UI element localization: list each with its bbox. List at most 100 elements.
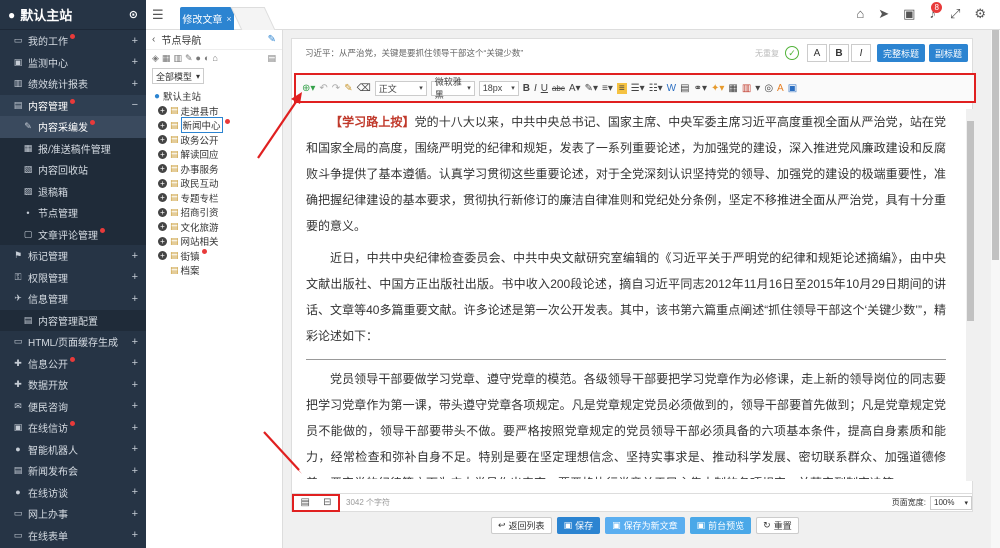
- link-icon[interactable]: ⚭▾: [694, 83, 707, 94]
- zoom-select[interactable]: 100% ▾: [930, 495, 972, 510]
- sidebar-item-18[interactable]: ▣ 在线信访 +: [0, 417, 146, 439]
- align-icon[interactable]: ≡▾: [602, 83, 613, 94]
- expand-icon[interactable]: +: [132, 422, 138, 434]
- font-color-icon[interactable]: A▾: [569, 83, 581, 94]
- tree-node[interactable]: + ▤ 新闻中心: [158, 117, 282, 134]
- more-icon[interactable]: ▾: [755, 83, 760, 94]
- expand-node-icon[interactable]: +: [158, 164, 167, 174]
- sidebar-item-9[interactable]: ▢ 文章评论管理: [0, 223, 146, 245]
- fullscreen-icon[interactable]: ⤢: [950, 6, 960, 22]
- sidebar-item-22[interactable]: ▭ 网上办事 +: [0, 503, 146, 525]
- expand-node-icon[interactable]: +: [158, 149, 167, 159]
- back-to-list-button[interactable]: ↩ 返回列表: [491, 517, 552, 534]
- sidebar-item-7[interactable]: ▨ 退稿箱: [0, 180, 146, 202]
- model-select[interactable]: 全部模型 ▾: [152, 68, 204, 84]
- expand-icon[interactable]: +: [132, 293, 138, 305]
- tab-empty[interactable]: [230, 7, 276, 30]
- expand-icon[interactable]: +: [132, 357, 138, 369]
- tool-icon-4[interactable]: ✎: [185, 53, 193, 64]
- text-icon[interactable]: A: [777, 83, 784, 94]
- save-as-new-button[interactable]: ▣ 保存为新文章: [605, 517, 685, 534]
- source-icon[interactable]: ◎: [764, 83, 773, 94]
- bold-title-button[interactable]: B: [829, 44, 849, 62]
- image-icon[interactable]: ✦▾: [711, 83, 724, 94]
- expand-icon[interactable]: −: [132, 99, 138, 111]
- font-family-select[interactable]: 微软雅黑 ▾: [430, 77, 475, 100]
- expand-node-icon[interactable]: +: [158, 222, 167, 232]
- expand-icon[interactable]: +: [132, 56, 138, 68]
- expand-node-icon[interactable]: +: [158, 207, 167, 217]
- sidebar-item-23[interactable]: ▭ 在线表单 +: [0, 525, 146, 547]
- expand-icon[interactable]: +: [132, 271, 138, 283]
- expand-node-icon[interactable]: +: [158, 193, 167, 203]
- sidebar-item-6[interactable]: ▧ 内容回收站: [0, 159, 146, 181]
- italic-title-button[interactable]: I: [851, 44, 871, 62]
- clipboard-icon[interactable]: ▣: [903, 6, 915, 22]
- tree-node[interactable]: + ▤ 政民互动: [158, 176, 282, 191]
- sidebar-item-13[interactable]: ▤ 内容管理配置: [0, 309, 146, 331]
- sidebar-item-11[interactable]: ⚿ 权限管理 +: [0, 267, 146, 289]
- expand-icon[interactable]: +: [132, 486, 138, 498]
- bell-icon[interactable]: ♪ 8: [929, 2, 942, 22]
- expand-icon[interactable]: +: [132, 508, 138, 520]
- sidebar-item-20[interactable]: ▤ 新闻发布会 +: [0, 460, 146, 482]
- tree-node[interactable]: + ▤ 走进县市: [158, 104, 282, 119]
- expand-icon[interactable]: +: [132, 400, 138, 412]
- tree-node[interactable]: + ▤ 政务公开: [158, 133, 282, 148]
- font-color-button[interactable]: A: [807, 44, 827, 62]
- expand-icon[interactable]: +: [132, 35, 138, 47]
- expand-icon[interactable]: +: [132, 529, 138, 541]
- expand-icon[interactable]: +: [132, 443, 138, 455]
- page-scroll-thumb[interactable]: [992, 30, 999, 260]
- reset-button[interactable]: ↻ 重置: [756, 517, 799, 534]
- tool-icon-6[interactable]: ◐: [204, 53, 209, 63]
- ordered-list-icon[interactable]: ☰▾: [631, 83, 645, 94]
- undo-icon[interactable]: ↶: [319, 83, 327, 94]
- article-title-input[interactable]: 习近平：从严治党，关键是要抓住领导干部这个“关键少数”: [297, 44, 767, 62]
- tree-node[interactable]: + ▤ 文化旅游: [158, 220, 282, 235]
- italic-button[interactable]: I: [534, 83, 537, 94]
- tool-icon-8[interactable]: ▤: [267, 53, 276, 64]
- add-icon[interactable]: ⊕▾: [302, 83, 315, 94]
- chevron-down-icon[interactable]: ⊙: [129, 8, 138, 21]
- align-left-icon[interactable]: ≡: [616, 82, 627, 94]
- expand-icon[interactable]: +: [132, 78, 138, 90]
- tree-node[interactable]: + ▤ 招商引资: [158, 205, 282, 220]
- tab-edit-article[interactable]: 修改文章 ×: [180, 7, 234, 30]
- expand-node-icon[interactable]: +: [158, 251, 167, 261]
- pin-icon[interactable]: ✎: [268, 34, 276, 45]
- expand-node-icon[interactable]: +: [158, 236, 167, 246]
- bold-button[interactable]: B: [523, 83, 530, 94]
- document-view-icon[interactable]: ▤: [301, 497, 310, 508]
- save-button[interactable]: ▣ 保存: [556, 517, 601, 534]
- sidebar-item-19[interactable]: ● 智能机器人 +: [0, 439, 146, 461]
- sidebar-item-4[interactable]: ✎ 内容采编发: [0, 116, 146, 138]
- tool-icon-2[interactable]: ▦: [162, 53, 171, 64]
- video-icon[interactable]: ▥: [742, 83, 751, 94]
- home-icon[interactable]: ⌂: [856, 6, 864, 22]
- sidebar-item-15[interactable]: ✚ 信息公开 +: [0, 353, 146, 375]
- eraser-icon[interactable]: ⌫: [357, 83, 371, 94]
- paste-icon[interactable]: ▤: [680, 83, 689, 94]
- paragraph-style-select[interactable]: 正文 ▾: [374, 80, 427, 96]
- preview-icon[interactable]: ▣: [788, 83, 797, 94]
- unordered-list-icon[interactable]: ☷▾: [649, 83, 663, 94]
- sidebar-item-0[interactable]: ▭ 我的工作 +: [0, 30, 146, 52]
- expand-icon[interactable]: +: [132, 379, 138, 391]
- table-icon[interactable]: ▦: [728, 83, 737, 94]
- tab-close-icon[interactable]: ×: [226, 14, 231, 24]
- tool-icon-1[interactable]: ◈: [152, 53, 159, 64]
- expand-node-icon[interactable]: +: [158, 135, 167, 145]
- page-break-icon[interactable]: ⊟: [323, 497, 331, 508]
- subtitle-button[interactable]: 副标题: [929, 44, 969, 62]
- rocket-icon[interactable]: ➤: [878, 6, 889, 22]
- tree-node[interactable]: + ▤ 办事服务: [158, 162, 282, 177]
- underline-button[interactable]: U: [541, 83, 548, 94]
- sidebar-item-14[interactable]: ▭ HTML/页面缓存生成 +: [0, 331, 146, 353]
- tree-node[interactable]: + ▤ 网站相关: [158, 234, 282, 249]
- tree-node[interactable]: + ▤ 解读回应: [158, 147, 282, 162]
- tree-node[interactable]: ▤ 档案: [158, 263, 282, 278]
- redo-icon[interactable]: ↷: [332, 83, 340, 94]
- tree-node[interactable]: + ▤ 专题专栏: [158, 191, 282, 206]
- preview-button[interactable]: ▣ 前台预览: [689, 517, 752, 534]
